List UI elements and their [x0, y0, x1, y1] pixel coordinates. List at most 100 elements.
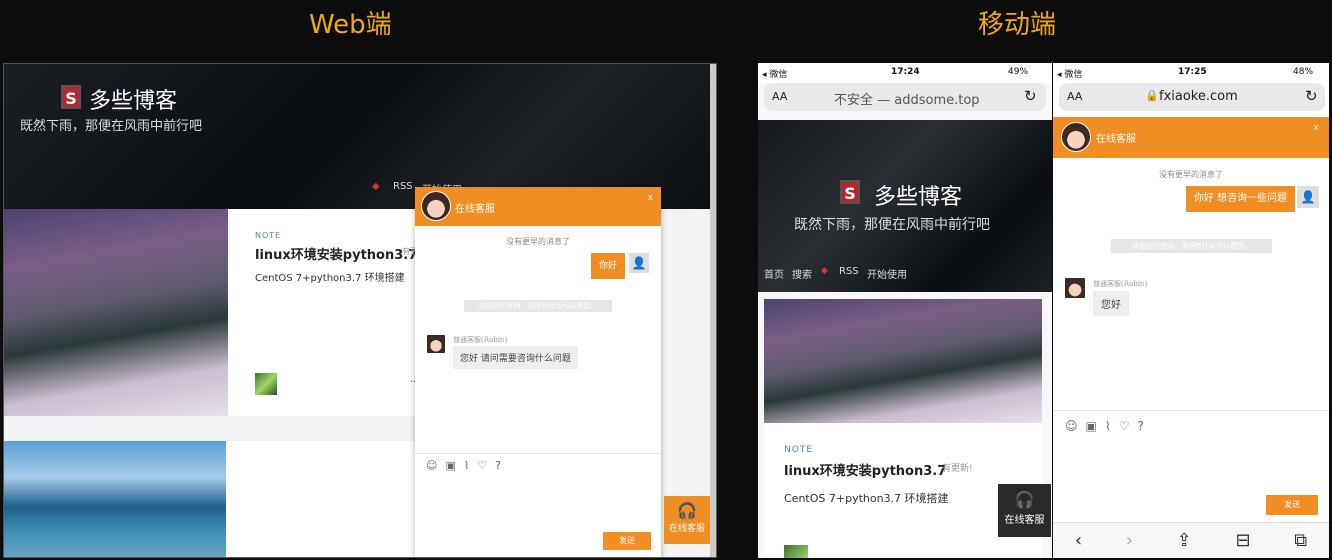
post-badge: 有更新!: [942, 464, 973, 474]
rss-icon: ◆: [821, 266, 828, 276]
nav-start[interactable]: 开始使用: [867, 266, 907, 281]
scrollbar[interactable]: [710, 64, 716, 557]
blog-title[interactable]: 多些博客: [874, 179, 962, 211]
my-message: 你好: [590, 253, 625, 279]
chat-title: 在线客服: [455, 204, 495, 215]
close-icon[interactable]: x: [1314, 123, 1319, 133]
post-title[interactable]: linux环境安装python3.7: [255, 244, 417, 263]
welcome-notice: 欢迎访问官网，请问有什么可以帮您。: [464, 300, 612, 312]
lock-icon: 🔒: [1145, 89, 1159, 102]
blog-subtitle: 既然下雨，那便在风雨中前行吧: [20, 119, 203, 134]
user-icon: 👤: [629, 253, 649, 273]
share-icon[interactable]: ⇪: [1177, 530, 1192, 551]
reload-icon[interactable]: ↻: [1024, 87, 1037, 105]
forward-icon[interactable]: ›: [1126, 530, 1133, 551]
divider: [415, 453, 661, 454]
web-screenshot: S 多些博客 既然下雨，那便在风雨中前行吧 ◆ RSS 开始使用 NOTE li…: [3, 63, 717, 558]
no-more-messages: 没有更早的消息了: [1159, 170, 1223, 179]
status-bar: ◂ 微信 17:25 48%: [1053, 63, 1329, 83]
post-subtitle: CentOS 7+python3.7 环境搭建: [255, 273, 405, 284]
headset-icon: 🎧: [1014, 490, 1035, 509]
status-carrier[interactable]: ◂ 微信: [1057, 67, 1082, 80]
rss-icon: ◆: [372, 181, 380, 192]
emoji-icon[interactable]: ☺: [426, 459, 437, 472]
post-subtitle: CentOS 7+python3.7 环境搭建: [784, 492, 949, 505]
post-card[interactable]: NOTE linux环境安装python3.7 有更 CentOS 7+pyth…: [4, 209, 444, 416]
online-service-label: 在线客服: [668, 524, 705, 534]
nav-home[interactable]: 首页: [764, 266, 784, 281]
agent-avatar: [421, 191, 451, 221]
headset-icon: 🎧: [677, 501, 697, 520]
my-message: 你好 想咨询一些问题: [1185, 186, 1295, 212]
help-icon[interactable]: ?: [1137, 419, 1143, 433]
attach-icon[interactable]: ⌇: [1105, 419, 1111, 433]
send-button[interactable]: 发送: [603, 532, 651, 550]
help-icon[interactable]: ?: [495, 459, 501, 472]
image-icon[interactable]: ▣: [1086, 419, 1097, 433]
address-bar[interactable]: AA 不安全 — addsome.top ↻: [764, 83, 1046, 111]
post-title[interactable]: linux环境安装python3.7: [784, 460, 946, 479]
heart-icon[interactable]: ♡: [477, 459, 487, 472]
user-icon: 👤: [1297, 186, 1319, 208]
reload-icon[interactable]: ↻: [1305, 87, 1318, 105]
divider: [1053, 410, 1329, 411]
chat-header: 在线客服 x: [1053, 117, 1329, 158]
tabs-icon[interactable]: ⧉: [1294, 530, 1307, 551]
blog-title[interactable]: 多些博客: [89, 83, 177, 115]
url-text[interactable]: fxiaoke.com: [1159, 89, 1238, 104]
image-icon[interactable]: ▣: [445, 459, 455, 472]
status-time: 17:25: [1178, 67, 1207, 77]
nav-rss[interactable]: RSS: [393, 181, 413, 192]
phone-blog: ◂ 微信 17:24 49% AA 不安全 — addsome.top ↻ S …: [758, 63, 1052, 558]
status-battery: 49%: [1008, 67, 1029, 77]
chat-window: 在线客服 x 没有更早的消息了 你好 👤 欢迎访问官网，请问有什么可以帮您。 普…: [415, 187, 661, 557]
online-service-label: 在线客服: [1004, 515, 1045, 526]
agent-name: 普通客服(Robin): [1093, 280, 1148, 288]
author-avatar[interactable]: [784, 545, 808, 558]
close-icon[interactable]: x: [648, 193, 653, 203]
mobile-section-label: 移动端: [978, 10, 1057, 40]
agent-message: 您好 请问需要咨询什么问题: [453, 346, 578, 369]
text-size-button[interactable]: AA: [772, 90, 787, 103]
post-tag: NOTE: [255, 231, 282, 240]
blog-logo: S: [840, 180, 860, 204]
text-size-button[interactable]: AA: [1067, 90, 1082, 103]
back-icon[interactable]: ‹: [1075, 530, 1082, 551]
online-service-button[interactable]: 🎧 在线客服: [998, 484, 1051, 537]
status-bar: ◂ 微信 17:24 49%: [758, 63, 1052, 83]
agent-name: 普通客服(Robin): [453, 336, 508, 344]
no-more-messages: 没有更早的消息了: [506, 237, 570, 246]
agent-avatar: [1061, 122, 1091, 152]
nav-search[interactable]: 搜索: [792, 266, 812, 281]
nav-rss[interactable]: RSS: [839, 266, 859, 277]
emoji-icon[interactable]: ☺: [1065, 419, 1078, 433]
status-battery: 48%: [1293, 67, 1314, 77]
status-time: 17:24: [891, 67, 920, 77]
url-text[interactable]: 不安全 — addsome.top: [834, 89, 980, 108]
blog-subtitle: 既然下雨，那便在风雨中前行吧: [794, 217, 990, 233]
post-image: [764, 299, 1042, 423]
author-avatar[interactable]: [255, 373, 277, 395]
post-card[interactable]: [4, 441, 444, 557]
web-section-label: Web端: [309, 10, 392, 40]
address-bar[interactable]: AA 🔒 fxiaoke.com ↻: [1059, 83, 1325, 111]
blog-logo: S: [61, 85, 81, 109]
agent-avatar: [1064, 277, 1086, 299]
chat-toolbar: ☺ ▣ ⌇ ♡ ?: [1065, 419, 1144, 433]
agent-message: 您好: [1093, 291, 1129, 316]
post-image: [4, 441, 226, 557]
chat-header: 在线客服 x: [415, 187, 661, 226]
send-button[interactable]: 发送: [1266, 495, 1318, 515]
heart-icon[interactable]: ♡: [1119, 419, 1130, 433]
bookmarks-icon[interactable]: ⊟: [1235, 530, 1250, 551]
online-service-button[interactable]: 🎧 在线客服: [664, 496, 710, 544]
agent-avatar: [426, 334, 446, 354]
browser-toolbar: ‹ › ⇪ ⊟ ⧉: [1053, 522, 1329, 558]
status-carrier[interactable]: ◂ 微信: [762, 67, 787, 80]
chat-toolbar: ☺ ▣ ⌇ ♡ ?: [426, 459, 501, 472]
attach-icon[interactable]: ⌇: [464, 459, 469, 472]
chat-title: 在线客服: [1096, 134, 1136, 145]
phone-chat: ◂ 微信 17:25 48% AA 🔒 fxiaoke.com ↻ 在线客服 x…: [1053, 63, 1329, 558]
blog-header: S 多些博客 既然下雨，那便在风雨中前行吧 首页 搜索 ◆ RSS 开始使用: [758, 120, 1052, 292]
welcome-notice: 欢迎访问官网，请问有什么可以帮您。: [1111, 239, 1272, 253]
